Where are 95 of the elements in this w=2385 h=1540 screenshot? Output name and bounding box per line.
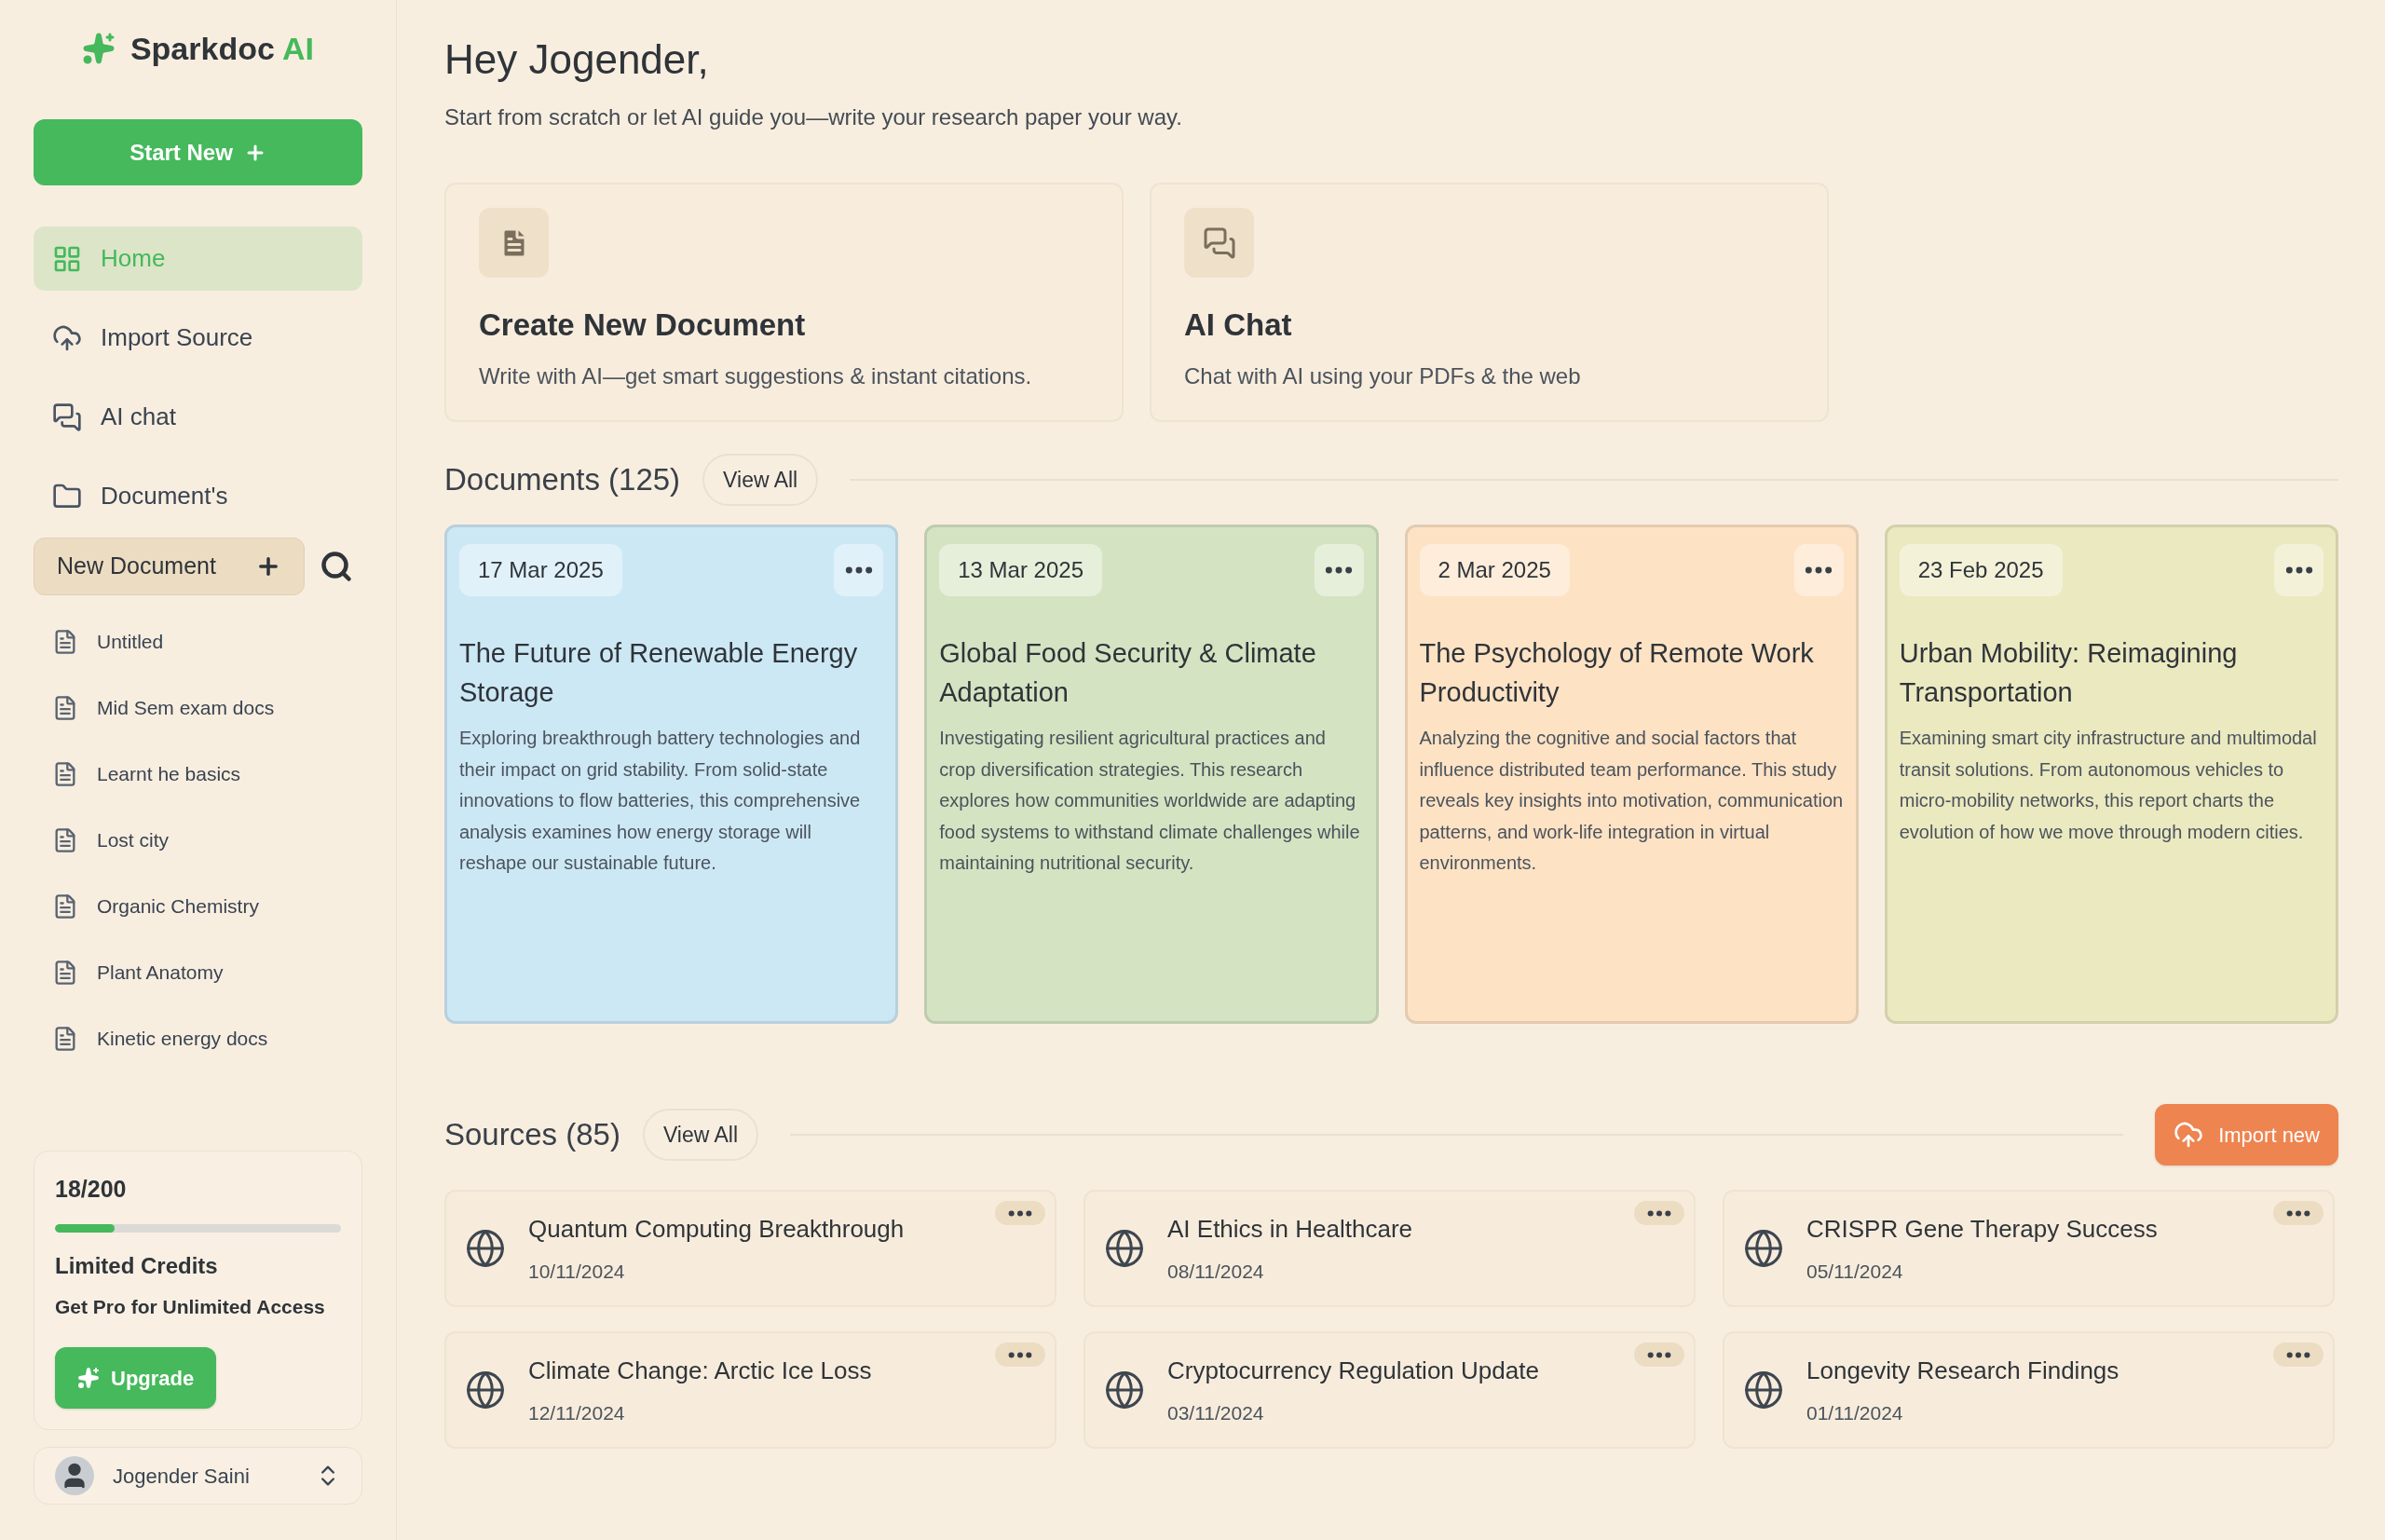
greeting: Hey Jogender, bbox=[444, 35, 710, 84]
more-icon bbox=[2284, 566, 2313, 574]
date-chip: 17 Mar 2025 bbox=[459, 544, 622, 596]
document-card[interactable] bbox=[924, 525, 1379, 1024]
source-date: 12/11/2024 bbox=[528, 1400, 626, 1425]
view-all-button[interactable]: View All bbox=[702, 454, 819, 506]
document-list-item[interactable]: Learnt he basics bbox=[34, 741, 362, 807]
document-card[interactable] bbox=[444, 525, 899, 1024]
document-list-item[interactable]: Plant Anatomy bbox=[34, 939, 362, 1005]
search-icon[interactable] bbox=[320, 550, 353, 583]
source-card[interactable]: Climate Change: Arctic Ice Loss 12/11/2024 bbox=[444, 1331, 1056, 1449]
globe-icon bbox=[1104, 1370, 1145, 1411]
source-title: Longevity Research Findings bbox=[1806, 1355, 2119, 1386]
intro-text: Start from scratch or let AI guide you—write your research paper your way. bbox=[444, 103, 1183, 131]
source-title: Climate Change: Arctic Ice Loss bbox=[528, 1355, 872, 1386]
sources-heading: Sources (85) bbox=[444, 1116, 620, 1154]
credits-subtitle: Get Pro for Unlimited Access bbox=[55, 1294, 326, 1319]
action-description: Chat with AI using your PDFs & the web bbox=[1184, 361, 1582, 390]
brand-name: Sparkdoc AI bbox=[129, 29, 315, 68]
more-button[interactable] bbox=[834, 544, 884, 596]
document-title: Global Food Security & Climate Adaptation bbox=[939, 637, 1317, 709]
source-card[interactable]: Cryptocurrency Regulation Update 03/11/2024 bbox=[1083, 1331, 1696, 1449]
globe-icon bbox=[465, 1228, 506, 1269]
action-card[interactable]: Create New Document Write with AI—get smart suggestions & instant citations. bbox=[444, 183, 1124, 422]
document-title: The Psychology of Remote Work Productivity bbox=[1419, 637, 1815, 709]
credits-title: Limited Credits bbox=[55, 1251, 219, 1280]
document-list-item[interactable]: Lost city bbox=[34, 807, 362, 873]
more-icon bbox=[1647, 1209, 1671, 1217]
source-card[interactable]: Quantum Computing Breakthrough 10/11/2024 bbox=[444, 1190, 1056, 1307]
more-button[interactable] bbox=[995, 1342, 1045, 1367]
more-button[interactable] bbox=[1634, 1201, 1684, 1225]
user-menu[interactable]: Jogender Saini bbox=[34, 1447, 362, 1505]
sparkle-logo-icon bbox=[81, 32, 116, 65]
more-button[interactable] bbox=[2273, 1342, 2324, 1367]
more-icon bbox=[1805, 566, 1833, 574]
source-date: 08/11/2024 bbox=[1167, 1259, 1265, 1284]
action-title: Create New Document bbox=[479, 307, 807, 344]
source-title: Quantum Computing Breakthrough bbox=[528, 1213, 905, 1245]
more-button[interactable] bbox=[1314, 544, 1364, 596]
document-list-item[interactable]: Organic Chemistry bbox=[34, 873, 362, 939]
document-title: Urban Mobility: Reimagining Transportation bbox=[1899, 637, 2239, 709]
source-card[interactable]: CRISPR Gene Therapy Success 05/11/2024 bbox=[1723, 1190, 2335, 1307]
more-button[interactable] bbox=[995, 1201, 1045, 1225]
source-date: 03/11/2024 bbox=[1167, 1400, 1265, 1425]
new-document-button[interactable]: New Document bbox=[34, 538, 305, 595]
more-icon bbox=[2286, 1351, 2310, 1358]
globe-icon bbox=[1743, 1370, 1784, 1411]
date-chip: 2 Mar 2025 bbox=[1419, 544, 1570, 596]
action-title: AI Chat bbox=[1184, 307, 1293, 344]
more-icon bbox=[1008, 1351, 1032, 1358]
credits-count: 18/200 bbox=[55, 1175, 128, 1204]
globe-icon bbox=[465, 1370, 506, 1411]
chat-bubbles-icon bbox=[52, 402, 82, 432]
source-date: 05/11/2024 bbox=[1806, 1259, 1904, 1284]
source-title: CRISPR Gene Therapy Success bbox=[1806, 1213, 2158, 1245]
document-list-item[interactable]: Kinetic energy docs bbox=[34, 1005, 362, 1071]
document-list-item[interactable]: Untitled bbox=[34, 608, 362, 675]
date-chip: 13 Mar 2025 bbox=[939, 544, 1102, 596]
globe-icon bbox=[1104, 1228, 1145, 1269]
nav-item[interactable]: AI chat bbox=[34, 385, 362, 449]
source-card[interactable]: Longevity Research Findings 01/11/2024 bbox=[1723, 1331, 2335, 1449]
avatar bbox=[55, 1456, 94, 1495]
more-icon bbox=[844, 566, 873, 574]
date-chip: 23 Feb 2025 bbox=[1899, 544, 2063, 596]
document-summary: Exploring breakthrough battery technologies and their impact on grid stability. From solid-state innovations to flow batteries, this comprehensive analysis examines how energy storage will reshape our sustainable future. bbox=[459, 727, 862, 875]
documents-heading: Documents (125) bbox=[444, 461, 681, 499]
document-card[interactable] bbox=[1404, 525, 1859, 1024]
nav-item[interactable]: Document's bbox=[34, 464, 362, 528]
more-button[interactable] bbox=[2273, 1201, 2324, 1225]
source-date: 10/11/2024 bbox=[528, 1259, 626, 1284]
view-all-button[interactable]: View All bbox=[642, 1109, 759, 1161]
more-button[interactable] bbox=[2274, 544, 2324, 596]
more-icon bbox=[1325, 566, 1353, 574]
document-title: The Future of Renewable Energy Storage bbox=[459, 637, 859, 709]
document-list-item[interactable]: Mid Sem exam docs bbox=[34, 675, 362, 741]
source-card[interactable]: AI Ethics in Healthcare 08/11/2024 bbox=[1083, 1190, 1696, 1307]
more-icon bbox=[1647, 1351, 1671, 1358]
source-title: Cryptocurrency Regulation Update bbox=[1167, 1355, 1539, 1386]
document-summary: Investigating resilient agricultural practices and crop diversification strategies. This research explores how communities worldwide are adapting food systems to withstand climate challenges while maintaining nutritional security. bbox=[939, 727, 1361, 875]
sparkle-icon bbox=[77, 1367, 100, 1389]
cloud-upload-icon bbox=[2174, 1120, 2204, 1150]
more-button[interactable] bbox=[1793, 544, 1844, 596]
action-card[interactable]: AI Chat Chat with AI using your PDFs & the web bbox=[1150, 183, 1829, 422]
more-icon bbox=[1008, 1209, 1032, 1217]
more-icon bbox=[2286, 1209, 2310, 1217]
globe-icon bbox=[1743, 1228, 1784, 1269]
more-button[interactable] bbox=[1634, 1342, 1684, 1367]
document-summary: Analyzing the cognitive and social factors that influence distributed team performance. This study reveals key insights into motivation, communication patterns, and work-life integration in virtual environments. bbox=[1419, 727, 1844, 875]
chat-bubbles-icon bbox=[1202, 225, 1236, 260]
action-description: Write with AI—get smart suggestions & instant citations. bbox=[479, 361, 1033, 390]
source-title: AI Ethics in Healthcare bbox=[1167, 1213, 1412, 1245]
source-date: 01/11/2024 bbox=[1806, 1400, 1904, 1425]
nav-item[interactable]: Import Source bbox=[34, 306, 362, 370]
document-summary: Examining smart city infrastructure and multimodal transit solutions. From autonomous vehicles to micro-mobility networks, this report charts the evolution of how we move through modern cities. bbox=[1899, 727, 2318, 844]
document-card[interactable] bbox=[1884, 525, 2338, 1024]
